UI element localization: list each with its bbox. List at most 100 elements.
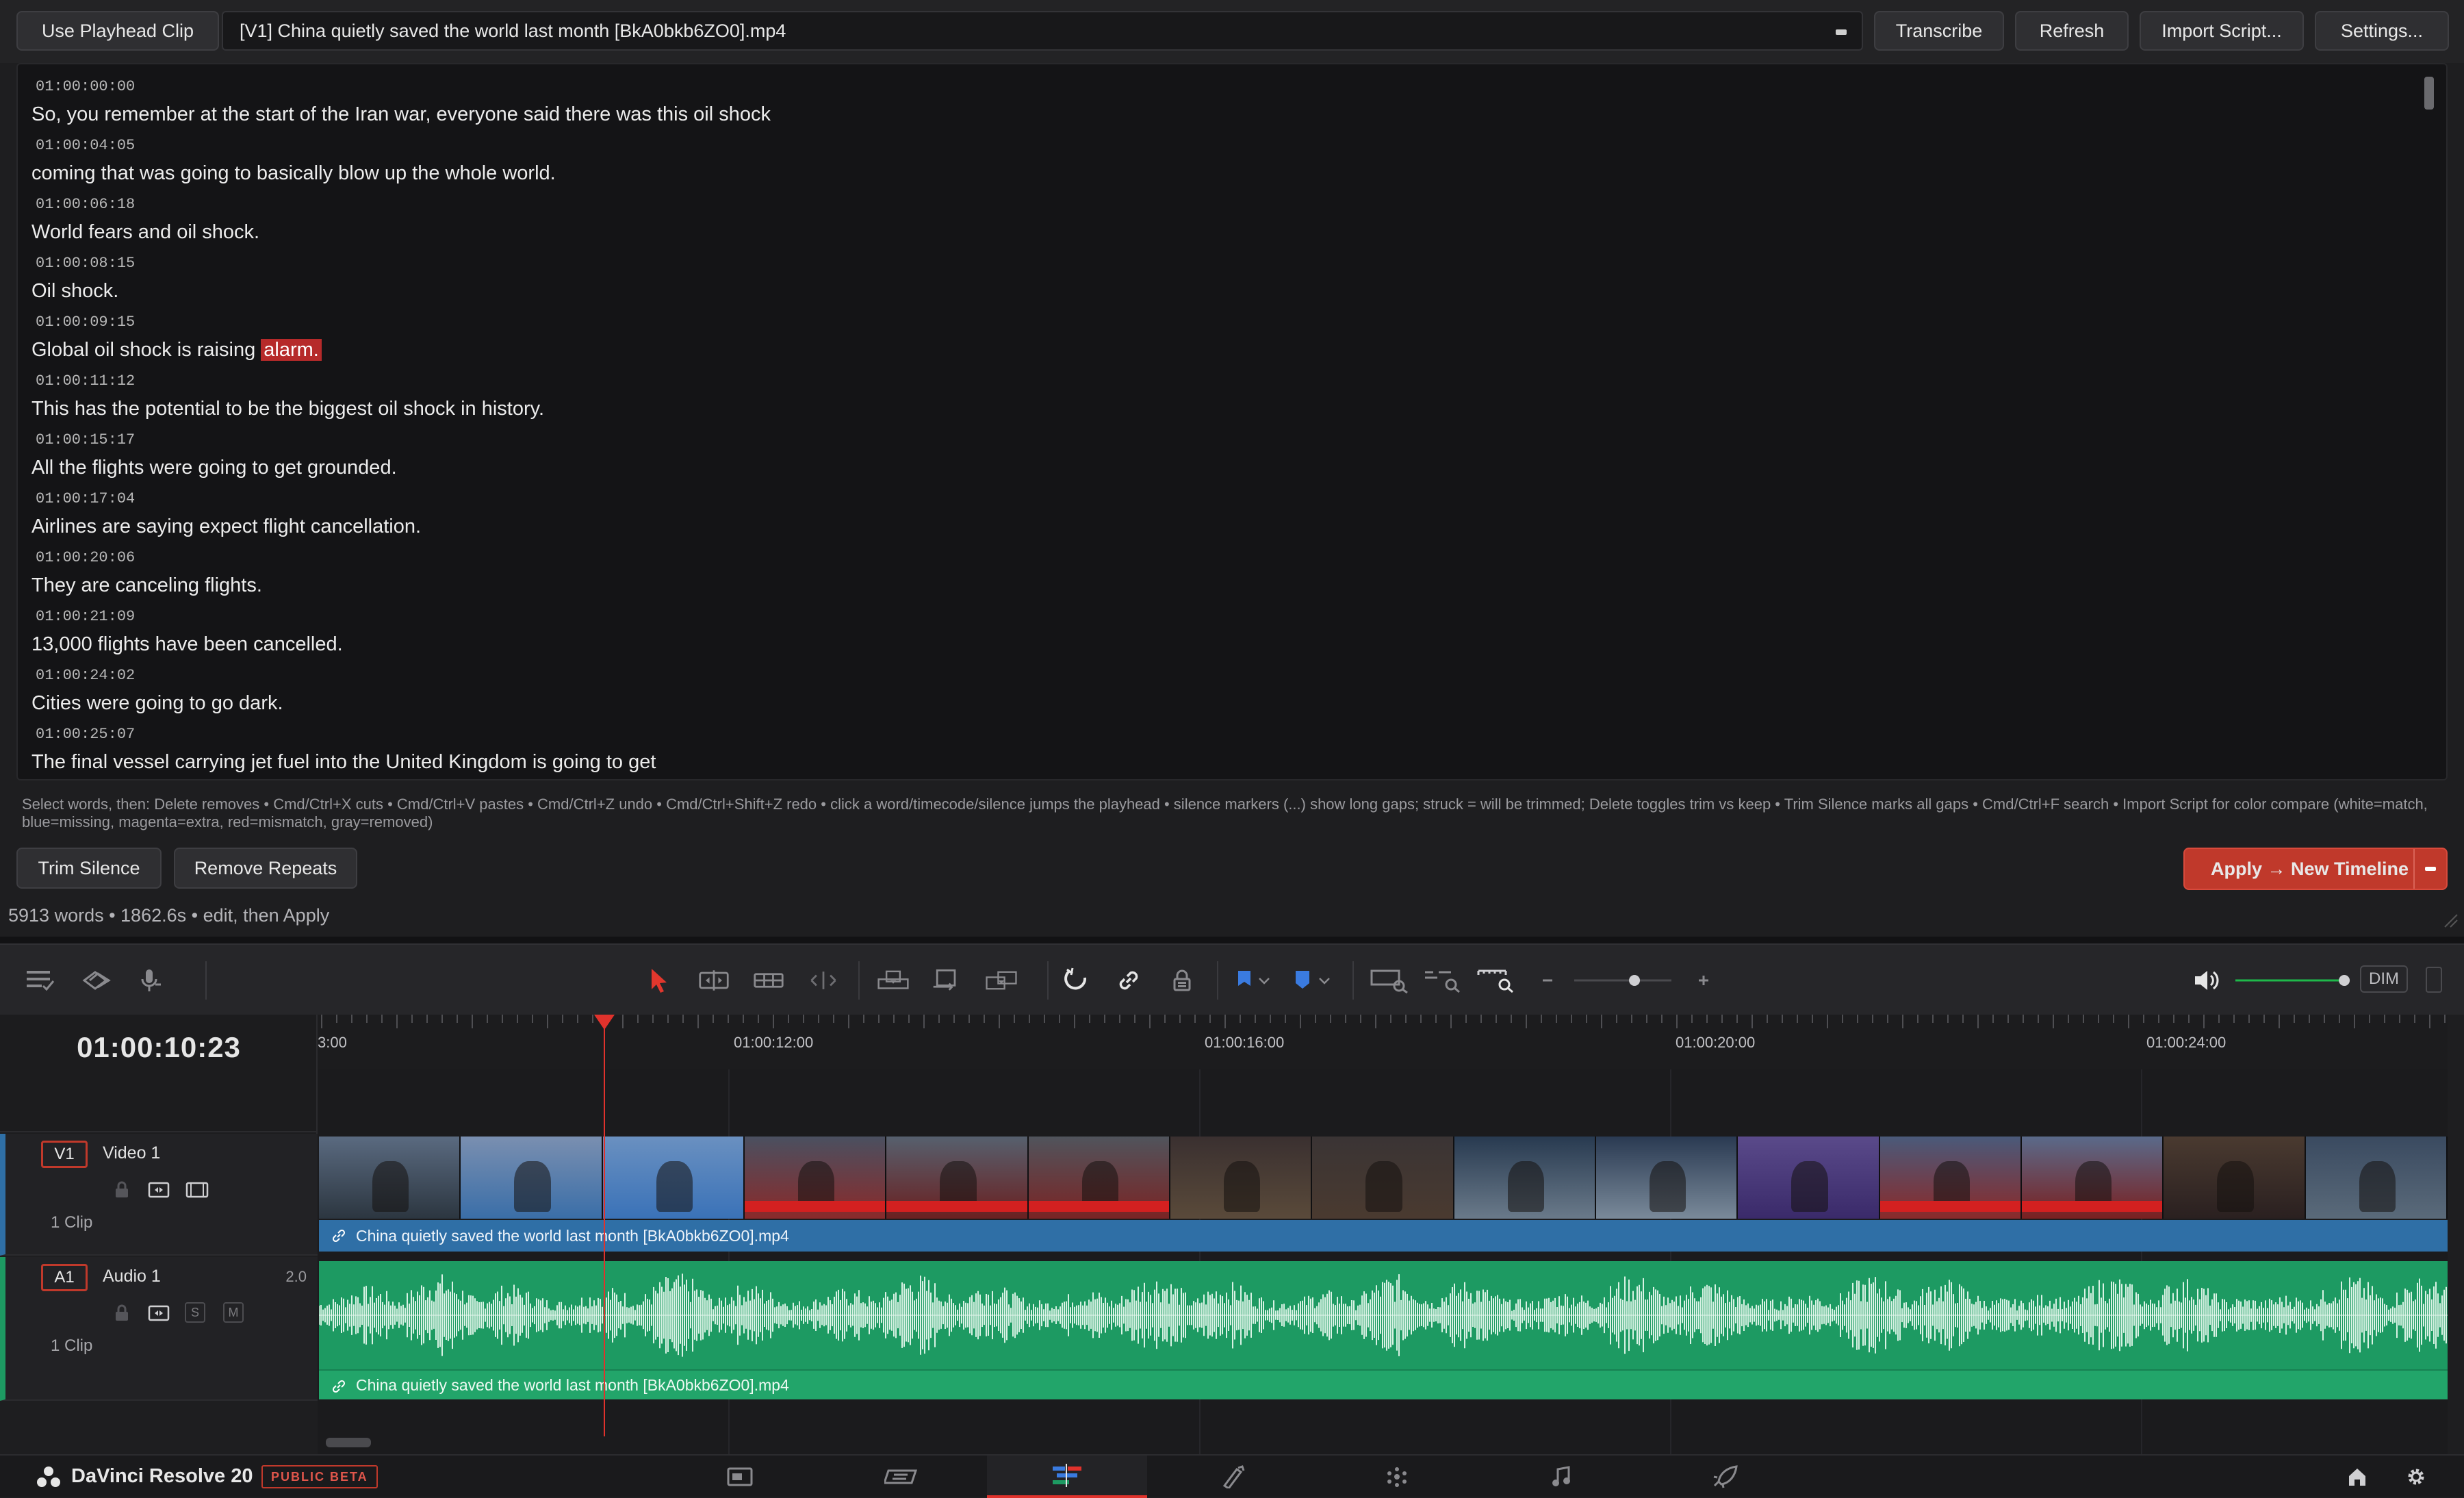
video-clip[interactable]: China quietly saved the world last month… <box>319 1220 2448 1252</box>
timecode[interactable]: 01:00:04:05 <box>31 134 2405 157</box>
transcript-line[interactable]: coming that was going to basically blow … <box>31 157 2405 193</box>
trim-tool-icon[interactable] <box>698 965 730 995</box>
settings-button[interactable]: Settings... <box>2315 11 2449 51</box>
apply-new-timeline-button[interactable]: Apply → New Timeline <box>2183 848 2448 890</box>
remove-repeats-button[interactable]: Remove Repeats <box>174 848 357 889</box>
timecode[interactable]: 01:00:15:17 <box>31 429 2405 452</box>
timecode[interactable]: 01:00:06:18 <box>31 193 2405 216</box>
insert-clip-icon[interactable] <box>877 965 909 995</box>
color-page-icon[interactable] <box>1317 1456 1477 1498</box>
dim-button[interactable]: DIM <box>2360 965 2408 993</box>
playhead-handle[interactable] <box>594 1015 615 1030</box>
deliver-page-icon[interactable] <box>1645 1456 1806 1498</box>
transcript-line[interactable]: They are canceling flights. <box>31 570 2405 605</box>
status-text: 5913 words • 1862.6s • edit, then Apply <box>8 905 330 926</box>
transcript-line[interactable]: Global oil shock is raising alarm. <box>31 334 2405 370</box>
volume-slider[interactable] <box>2233 972 2350 989</box>
overwrite-clip-icon[interactable] <box>931 965 962 995</box>
transcript-line[interactable]: 13,000 flights have been cancelled. <box>31 629 2405 664</box>
cut-page-icon[interactable] <box>821 1456 981 1498</box>
transcript-scrollbar[interactable] <box>2424 77 2434 110</box>
refresh-button[interactable]: Refresh <box>2015 11 2129 51</box>
timeline-scrollbar[interactable] <box>326 1438 371 1447</box>
timecode[interactable]: 01:00:09:15 <box>31 311 2405 334</box>
audio-waveform[interactable] <box>319 1261 2448 1369</box>
selected-word[interactable]: alarm. <box>261 339 322 361</box>
zoom-full-icon[interactable] <box>1370 965 1410 995</box>
clip-select-dropdown[interactable]: [V1] China quietly saved the world last … <box>222 11 1863 51</box>
timecode[interactable]: 01:00:08:15 <box>31 252 2405 275</box>
transcript-line[interactable]: Oil shock. <box>31 275 2405 311</box>
resize-grip-icon[interactable] <box>2441 911 2459 928</box>
transcript-line[interactable]: Cities were going to go dark. <box>31 687 2405 723</box>
zoom-out-icon[interactable] <box>1532 965 1563 995</box>
trim-silence-button[interactable]: Trim Silence <box>16 848 162 889</box>
layers-icon[interactable] <box>81 965 112 995</box>
timecode[interactable]: 01:00:21:09 <box>31 605 2405 629</box>
transcript-text[interactable]: Global oil shock is raising <box>31 339 261 361</box>
edit-page-icon[interactable] <box>987 1456 1147 1498</box>
audio-clip[interactable]: China quietly saved the world last month… <box>319 1369 2448 1399</box>
timeline-options-icon[interactable] <box>25 965 56 995</box>
transcript-line[interactable]: So, you remember at the start of the Ira… <box>31 99 2405 134</box>
auto-select-icon[interactable] <box>146 1179 171 1201</box>
timecode[interactable]: 01:00:17:04 <box>31 487 2405 511</box>
timecode[interactable]: 01:00:20:06 <box>31 546 2405 570</box>
snapping-icon[interactable] <box>1060 965 1091 995</box>
video-clip-thumbnails[interactable] <box>319 1137 2448 1219</box>
track-id-a1[interactable]: A1 <box>41 1264 88 1291</box>
transcript-line[interactable]: World fears and oil shock. <box>31 216 2405 252</box>
transcript-line[interactable]: Airlines are saying expect flight cancel… <box>31 511 2405 546</box>
position-lock-icon[interactable] <box>1166 965 1198 995</box>
flag-dropdown-icon[interactable] <box>1255 965 1273 995</box>
panel-separator <box>0 937 2464 943</box>
playhead-line[interactable] <box>604 1015 605 1436</box>
solo-button[interactable]: S <box>185 1302 205 1323</box>
replace-clip-icon[interactable] <box>986 965 1017 995</box>
track-id-v1[interactable]: V1 <box>41 1141 88 1168</box>
timecode[interactable]: 01:00:00:00 <box>31 75 2405 99</box>
thumbnail-figure <box>1507 1161 1545 1213</box>
dynamic-trim-icon[interactable] <box>753 965 784 995</box>
track-name-audio[interactable]: Audio 1 <box>103 1267 161 1286</box>
fairlight-page-icon[interactable] <box>1481 1456 1641 1498</box>
lock-icon[interactable] <box>110 1302 134 1324</box>
timecode[interactable]: 01:00:11:12 <box>31 370 2405 393</box>
timecode[interactable]: 01:00:24:02 <box>31 664 2405 687</box>
zoom-custom-icon[interactable] <box>1477 965 1517 995</box>
transcript-line[interactable]: The final vessel carrying jet fuel into … <box>31 746 2405 779</box>
audio-channel-level: 2.0 <box>285 1268 307 1285</box>
timecode[interactable]: 01:00:25:07 <box>31 723 2405 746</box>
timeline-ruler[interactable]: 3:00 01:00:12:00 01:00:16:00 01:00:20:00… <box>318 1015 2448 1069</box>
import-script-button[interactable]: Import Script... <box>2140 11 2304 51</box>
video-enable-icon[interactable] <box>185 1179 209 1201</box>
track-name-video[interactable]: Video 1 <box>103 1143 160 1163</box>
speaker-icon[interactable] <box>2190 965 2222 995</box>
marker-dropdown-icon[interactable] <box>1316 965 1333 995</box>
transcribe-button[interactable]: Transcribe <box>1874 11 2004 51</box>
media-page-icon[interactable] <box>660 1456 820 1498</box>
zoom-detail-icon[interactable] <box>1424 965 1463 995</box>
selection-tool-icon[interactable] <box>643 965 675 995</box>
lock-icon[interactable] <box>110 1179 134 1201</box>
zoom-in-icon[interactable] <box>1688 965 1719 995</box>
fusion-page-icon[interactable] <box>1153 1456 1313 1498</box>
news-ticker-bar <box>886 1201 1027 1212</box>
marker-icon[interactable] <box>1287 965 1318 995</box>
home-icon[interactable] <box>2337 1456 2378 1498</box>
microphone-icon[interactable] <box>134 965 166 995</box>
transcript-panel[interactable]: 01:00:00:00 So, you remember at the star… <box>16 63 2448 780</box>
gear-icon[interactable] <box>2396 1456 2437 1498</box>
transcript-line[interactable]: All the flights were going to get ground… <box>31 452 2405 487</box>
empty-track-header <box>0 1069 318 1132</box>
apply-menu-icon[interactable] <box>2413 849 2446 889</box>
use-playhead-clip-button[interactable]: Use Playhead Clip <box>16 11 219 51</box>
transcript-line[interactable]: This has the potential to be the biggest… <box>31 393 2405 429</box>
mute-button[interactable]: M <box>223 1302 244 1323</box>
timecode-display[interactable]: 01:00:10:23 <box>0 1031 318 1064</box>
auto-select-icon[interactable] <box>146 1302 171 1324</box>
zoom-slider[interactable] <box>1571 972 1674 989</box>
blade-tool-icon[interactable] <box>808 965 839 995</box>
linked-selection-icon[interactable] <box>1113 965 1144 995</box>
panel-collapse-icon[interactable] <box>2426 967 2442 993</box>
